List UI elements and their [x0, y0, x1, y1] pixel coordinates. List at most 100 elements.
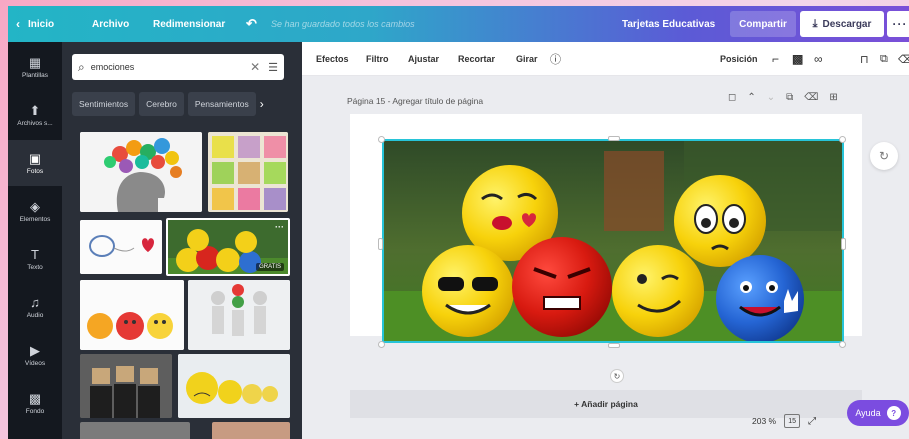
rotate-icon[interactable]: ↻: [610, 369, 624, 383]
chip-sentimientos[interactable]: Sentimientos: [72, 92, 136, 116]
document-title[interactable]: Tarjetas Educativas: [622, 6, 715, 42]
chevron-left-icon: ‹: [16, 17, 20, 31]
photo-thumbnail-emoji-grid[interactable]: [208, 132, 288, 212]
delete-page-icon[interactable]: ⌫: [804, 92, 818, 103]
chip-pensamientos[interactable]: Pensamientos: [187, 92, 256, 116]
video-icon: ▶: [30, 342, 40, 358]
zoom-level[interactable]: 203 %: [752, 416, 776, 426]
templates-icon: ▦: [28, 54, 42, 70]
sidebar-item-audio[interactable]: ♫ Audio: [8, 284, 62, 330]
file-menu[interactable]: Archivo: [92, 6, 129, 42]
search-value: emociones: [90, 62, 135, 72]
filter-icon[interactable]: ☰: [268, 61, 278, 74]
sidebar-item-templates[interactable]: ▦ Plantillas: [8, 44, 62, 90]
sidebar-item-label: Elementos: [19, 215, 51, 223]
transparency-icon[interactable]: ▩: [792, 42, 803, 76]
sidebar-item-background[interactable]: ▩ Fondo: [8, 380, 62, 426]
resize-handle-tr[interactable]: [839, 136, 846, 143]
image-toolbar: Efectos Filtro Ajustar Recortar Girar ⓘ …: [302, 42, 909, 76]
question-icon: ?: [886, 406, 901, 420]
link-icon[interactable]: ∞: [814, 42, 823, 76]
page-count-badge[interactable]: 15: [784, 414, 801, 428]
trash-icon[interactable]: ⌫: [898, 42, 909, 76]
download-label: Descargar: [822, 18, 872, 30]
upload-icon: ⬆: [29, 102, 41, 118]
page-title[interactable]: Página 15 - Agregar título de página: [347, 96, 483, 106]
share-button[interactable]: Compartir: [730, 11, 796, 37]
sidebar-item-label: Fondo: [25, 407, 45, 415]
chevron-right-icon[interactable]: ›: [260, 92, 264, 116]
emoji-balls-image: [384, 141, 842, 341]
more-options-button[interactable]: ···: [887, 11, 909, 37]
add-page-icon[interactable]: ⊞: [829, 92, 837, 103]
resize-handle-bottom[interactable]: [608, 343, 620, 348]
sidebar-item-elements[interactable]: ◈ Elementos: [8, 188, 62, 234]
sidebar-item-uploads[interactable]: ⬆ Archivos s...: [8, 92, 62, 138]
sidebar-item-text[interactable]: T Texto: [8, 236, 62, 282]
resize-handle-left[interactable]: [378, 238, 383, 250]
brain-heart-image: [80, 220, 162, 274]
music-note-icon: ♫: [30, 294, 40, 310]
photo-thumbnail-emotion-faces[interactable]: [80, 280, 184, 350]
thumbnail-more-icon[interactable]: ···: [275, 222, 284, 232]
refresh-icon[interactable]: ↻: [870, 142, 898, 170]
sidebar-item-label: Texto: [27, 263, 43, 271]
elements-icon: ◈: [30, 198, 40, 214]
help-button[interactable]: Ayuda ?: [847, 400, 909, 426]
home-link[interactable]: ‹ Inicio: [16, 6, 54, 42]
resize-handle-top[interactable]: [608, 136, 620, 141]
selected-photo-emoji-balls[interactable]: [382, 139, 844, 343]
flip-button[interactable]: Girar: [516, 42, 538, 76]
duplicate-icon[interactable]: ⧉: [880, 42, 888, 76]
undo-icon[interactable]: ↶: [246, 6, 257, 42]
crop-button[interactable]: Recortar: [458, 42, 495, 76]
resize-handle-br[interactable]: [839, 341, 846, 348]
paint-roller-icon[interactable]: ⌐: [772, 42, 779, 76]
effects-button[interactable]: Efectos: [316, 42, 349, 76]
photo-thumbnail-partial-2[interactable]: [212, 422, 290, 439]
photo-thumbnail-boxes-heads[interactable]: [80, 354, 172, 418]
chevron-down-icon[interactable]: ⌄: [767, 92, 775, 103]
home-label: Inicio: [28, 18, 55, 30]
background-icon: ▩: [28, 390, 42, 406]
photos-panel: ⌕ emociones ✕ ☰ Sentimientos Cerebro Pen…: [62, 42, 302, 439]
search-input[interactable]: ⌕ emociones ✕ ☰: [72, 54, 284, 80]
search-icon: ⌕: [78, 59, 85, 74]
free-badge: GRATIS: [256, 263, 284, 271]
resize-handle-bl[interactable]: [378, 341, 385, 348]
resize-handle-tl[interactable]: [378, 136, 385, 143]
save-status: Se han guardado todos los cambios: [271, 19, 415, 29]
boxes-heads-image: [80, 354, 172, 418]
sidebar-item-photos[interactable]: ▣ Fotos: [8, 140, 62, 186]
photo-thumbnail-partial-1[interactable]: [80, 422, 190, 439]
resize-handle-right[interactable]: [841, 238, 846, 250]
filter-button[interactable]: Filtro: [366, 42, 389, 76]
emoji-row-image: [178, 354, 290, 418]
download-button[interactable]: ⤓ Descargar: [800, 11, 884, 37]
resize-menu[interactable]: Redimensionar: [153, 6, 225, 42]
suggestion-chips: Sentimientos Cerebro Pensamientos ›: [72, 92, 294, 116]
position-button[interactable]: Posición: [720, 42, 758, 76]
expand-icon[interactable]: ⤢: [808, 416, 816, 427]
duplicate-page-icon[interactable]: ⧉: [786, 92, 793, 103]
sidebar-item-label: Audio: [26, 311, 44, 319]
adjust-button[interactable]: Ajustar: [408, 42, 439, 76]
photo-thumbnail-brain-heart[interactable]: [80, 220, 162, 274]
photo-thumbnail-emoji-row[interactable]: [178, 354, 290, 418]
sidebar-item-label: Plantillas: [21, 71, 48, 79]
chevron-up-icon[interactable]: ⌃: [747, 92, 755, 103]
text-icon: T: [31, 246, 39, 262]
note-icon[interactable]: ◻: [728, 92, 736, 103]
sidebar-item-label: Fotos: [26, 167, 44, 175]
emoji-grid-image: [208, 132, 288, 212]
top-bar: ‹ Inicio Archivo Redimensionar ↶ Se han …: [8, 6, 909, 42]
photo-thumbnail-figures[interactable]: [188, 280, 290, 350]
lock-icon[interactable]: ⊓: [860, 42, 869, 76]
info-icon[interactable]: ⓘ: [550, 42, 561, 76]
chip-cerebro[interactable]: Cerebro: [139, 92, 184, 116]
left-sidebar: ▦ Plantillas ⬆ Archivos s... ▣ Fotos ◈ E…: [8, 42, 62, 439]
clear-icon[interactable]: ✕: [250, 60, 260, 74]
photo-thumbnail-emoji-balls-selected[interactable]: ··· GRATIS: [166, 218, 290, 276]
photo-thumbnail-head-paper[interactable]: [80, 132, 202, 212]
sidebar-item-videos[interactable]: ▶ Vídeos: [8, 332, 62, 378]
